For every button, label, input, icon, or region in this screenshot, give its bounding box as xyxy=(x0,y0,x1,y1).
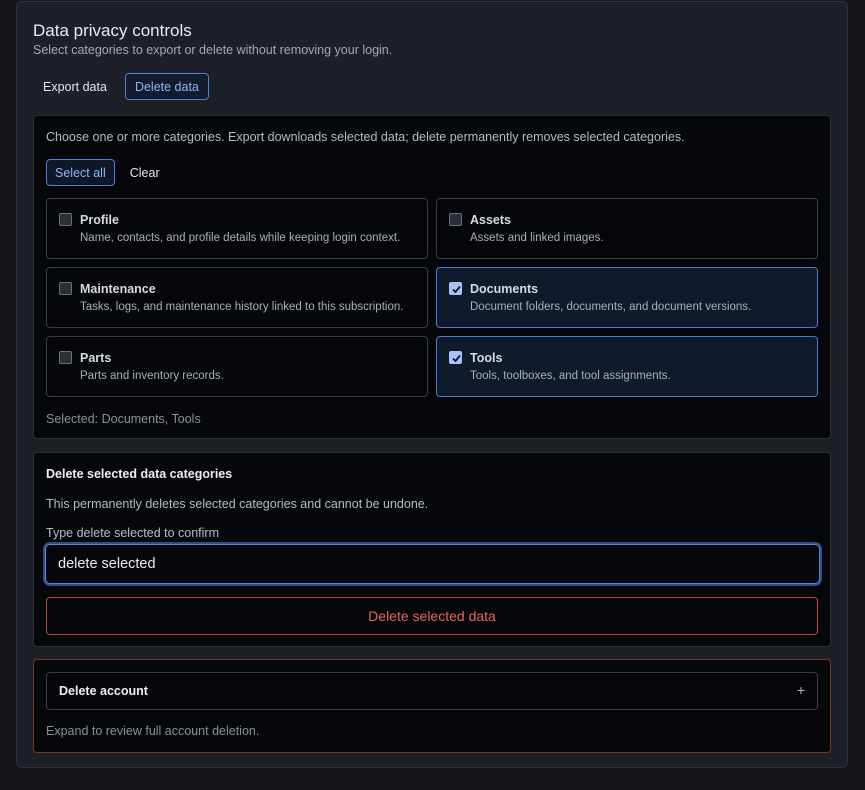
maintenance-checkbox[interactable] xyxy=(59,282,72,295)
delete-selected-button[interactable]: Delete selected data xyxy=(46,597,818,635)
clear-button[interactable]: Clear xyxy=(121,159,169,186)
delete-warning: This permanently deletes selected catego… xyxy=(46,497,429,511)
category-description: Tools, toolboxes, and tool assignments. xyxy=(470,370,671,382)
delete-selected-panel: Delete selected data categories This per… xyxy=(33,452,831,647)
page-title: Data privacy controls xyxy=(33,21,192,40)
category-name: Documents xyxy=(470,282,539,296)
check-icon xyxy=(452,354,461,363)
category-description: Parts and inventory records. xyxy=(80,370,224,382)
category-name: Maintenance xyxy=(80,282,156,296)
delete-panel-title: Delete selected data categories xyxy=(46,467,233,481)
selection-buttons: Select all Clear xyxy=(46,159,169,186)
mode-tabs: Export data Delete data xyxy=(33,73,209,100)
plus-icon: + xyxy=(796,682,805,698)
category-description: Name, contacts, and profile details whil… xyxy=(80,232,401,244)
tools-checkbox[interactable] xyxy=(449,351,462,364)
assets-checkbox[interactable] xyxy=(449,213,462,226)
profile-checkbox[interactable] xyxy=(59,213,72,226)
delete-account-toggle[interactable]: Delete account + xyxy=(46,672,818,710)
parts-checkbox[interactable] xyxy=(59,351,72,364)
page-subtitle: Select categories to export or delete wi… xyxy=(33,43,393,57)
category-parts[interactable]: Parts Parts and inventory records. xyxy=(46,336,428,397)
category-assets[interactable]: Assets Assets and linked images. xyxy=(436,198,818,259)
category-description: Document folders, documents, and documen… xyxy=(470,301,752,313)
category-documents[interactable]: Documents Document folders, documents, a… xyxy=(436,267,818,328)
delete-account-label: Delete account xyxy=(59,684,148,698)
category-tools[interactable]: Tools Tools, toolboxes, and tool assignm… xyxy=(436,336,818,397)
confirm-input[interactable] xyxy=(45,544,820,584)
category-name: Parts xyxy=(80,351,112,365)
confirm-label: Type delete selected to confirm xyxy=(46,526,220,540)
delete-account-note: Expand to review full account deletion. xyxy=(46,724,260,738)
check-icon xyxy=(452,285,461,294)
category-profile[interactable]: Profile Name, contacts, and profile deta… xyxy=(46,198,428,259)
category-maintenance[interactable]: Maintenance Tasks, logs, and maintenance… xyxy=(46,267,428,328)
category-name: Assets xyxy=(470,213,511,227)
delete-account-panel: Delete account + Expand to review full a… xyxy=(33,659,831,753)
tab-export-data[interactable]: Export data xyxy=(33,73,117,100)
category-description: Assets and linked images. xyxy=(470,232,604,244)
selected-summary: Selected: Documents, Tools xyxy=(46,412,201,426)
documents-checkbox[interactable] xyxy=(449,282,462,295)
privacy-card: Data privacy controls Select categories … xyxy=(16,1,848,768)
category-description: Tasks, logs, and maintenance history lin… xyxy=(80,301,404,313)
category-name: Tools xyxy=(470,351,503,365)
categories-hint: Choose one or more categories. Export do… xyxy=(46,130,685,144)
category-name: Profile xyxy=(80,213,119,227)
select-all-button[interactable]: Select all xyxy=(46,159,115,186)
tab-delete-data[interactable]: Delete data xyxy=(124,73,209,100)
categories-panel: Choose one or more categories. Export do… xyxy=(33,115,831,439)
